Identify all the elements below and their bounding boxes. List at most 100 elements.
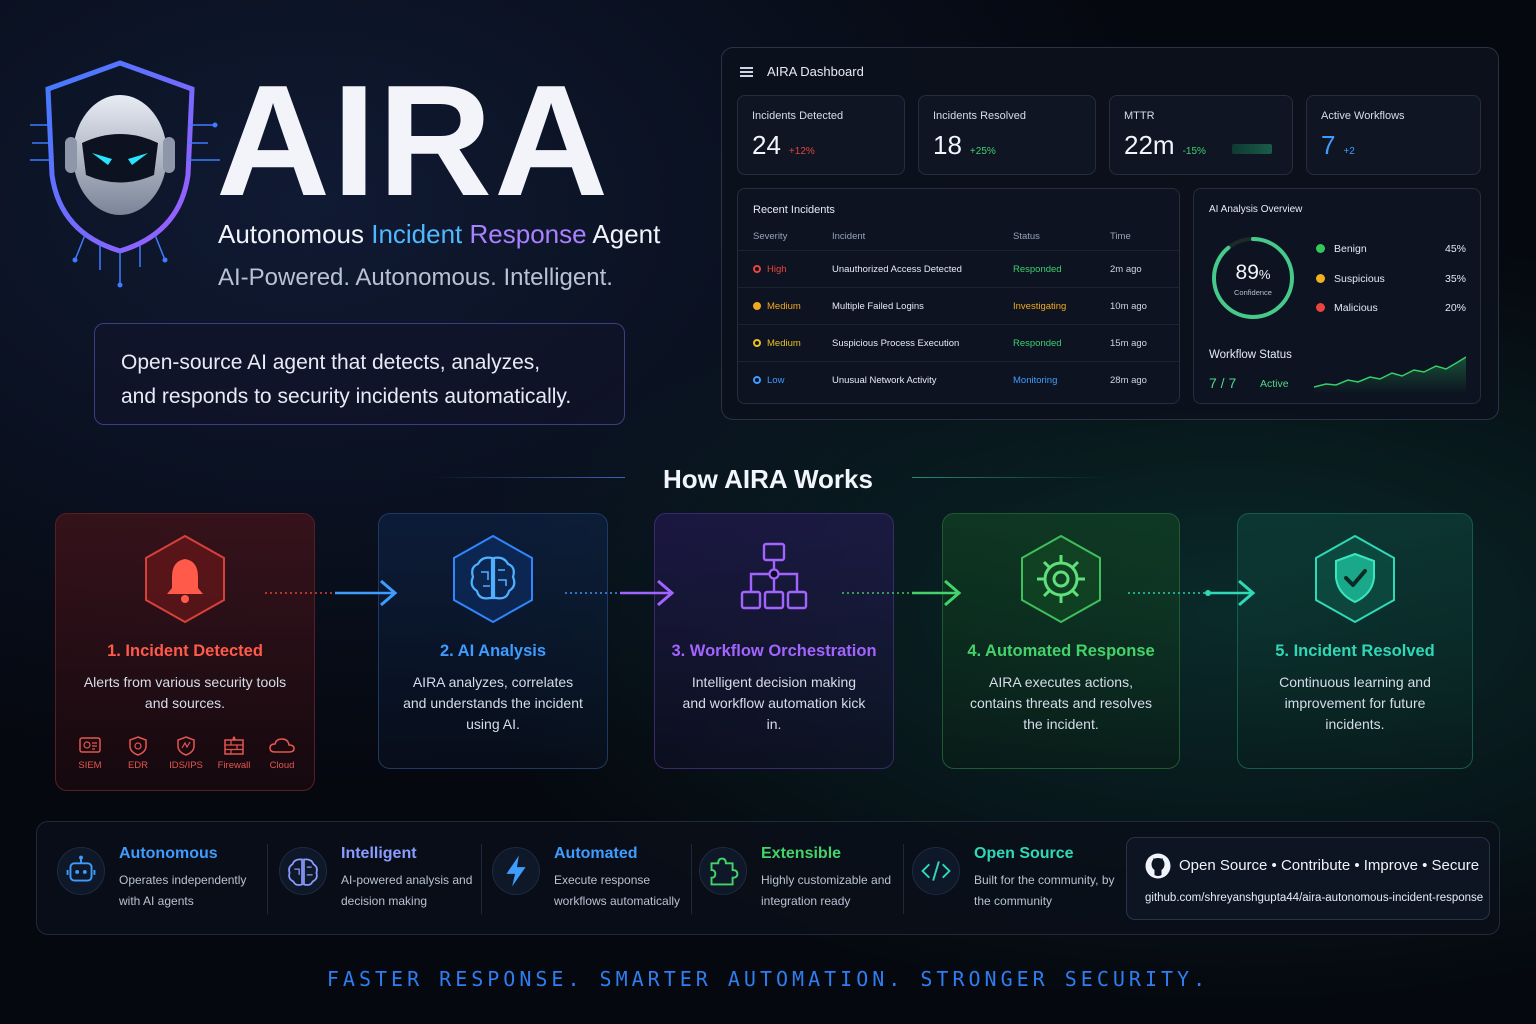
dashboard-panel: AIRA Dashboard Incidents Detected 24 +12%… bbox=[721, 47, 1499, 420]
feature-extensible: Extensible Highly customizable and integ… bbox=[679, 822, 899, 936]
step-title: 4. Automated Response bbox=[967, 642, 1155, 660]
time-cell: 28m ago bbox=[1110, 375, 1147, 386]
brain-icon bbox=[453, 534, 533, 624]
source-siem[interactable]: SIEM bbox=[70, 736, 110, 771]
stat-value: 18 bbox=[933, 130, 962, 160]
robot-icon bbox=[57, 847, 105, 895]
severity-indicator-icon bbox=[753, 265, 761, 273]
step-automated-response[interactable]: 4. Automated Response AIRA executes acti… bbox=[942, 513, 1180, 769]
stat-value: 22m bbox=[1124, 130, 1175, 160]
step-description: Intelligent decision making and workflow… bbox=[682, 674, 866, 732]
flow-arrow-icon bbox=[1128, 579, 1256, 607]
section-title: How AIRA Works bbox=[663, 464, 873, 494]
stat-delta: +2 bbox=[1343, 146, 1355, 157]
step-description: AIRA analyzes, correlates and understand… bbox=[403, 674, 583, 732]
status-cell: Monitoring bbox=[1013, 375, 1058, 386]
mttr-mini-bar bbox=[1231, 144, 1272, 154]
feature-title: Extensible bbox=[761, 845, 842, 862]
incident-cell: Unauthorized Access Detected bbox=[832, 264, 962, 275]
table-row[interactable]: Medium Suspicious Process Execution Resp… bbox=[738, 324, 1179, 361]
feature-title: Automated bbox=[554, 845, 638, 862]
stat-card-mttr[interactable]: MTTR 22m -15% bbox=[1109, 95, 1293, 175]
feature-description: Built for the community, by the communit… bbox=[974, 873, 1115, 908]
code-icon bbox=[912, 847, 960, 895]
feature-title: Open Source bbox=[974, 845, 1074, 862]
dashboard-header: AIRA Dashboard bbox=[740, 64, 864, 79]
status-cell: Investigating bbox=[1013, 301, 1067, 312]
source-cloud[interactable]: Cloud bbox=[262, 736, 302, 771]
severity-cell: Low bbox=[753, 375, 784, 386]
incident-cell: Suspicious Process Execution bbox=[832, 338, 960, 349]
app-title: AIRA bbox=[216, 53, 611, 229]
stat-value: 7 bbox=[1321, 130, 1336, 160]
legend-item-suspicious: Suspicious 35% bbox=[1316, 273, 1466, 285]
status-cell: Responded bbox=[1013, 264, 1062, 275]
tagline: AI-Powered. Autonomous. Intelligent. bbox=[218, 264, 613, 291]
step-description: Continuous learning and improvement for … bbox=[1279, 674, 1431, 732]
workflow-status-value: 7 / 7 bbox=[1209, 375, 1237, 391]
stat-card-active-workflows[interactable]: Active Workflows 7 +2 bbox=[1306, 95, 1481, 175]
puzzle-icon bbox=[699, 847, 747, 895]
step-incident-resolved[interactable]: 5. Incident Resolved Continuous learning… bbox=[1237, 513, 1473, 769]
footer-slogan: FASTER RESPONSE. SMARTER AUTOMATION. STR… bbox=[326, 967, 1210, 991]
time-cell: 10m ago bbox=[1110, 301, 1147, 312]
lightning-icon bbox=[492, 847, 540, 895]
table-row[interactable]: High Unauthorized Access Detected Respon… bbox=[738, 250, 1179, 287]
step-ai-analysis[interactable]: 2. AI Analysis AIRA analyzes, correlates… bbox=[378, 513, 608, 769]
step-title: 5. Incident Resolved bbox=[1275, 642, 1435, 660]
table-row[interactable]: Medium Multiple Failed Logins Investigat… bbox=[738, 287, 1179, 324]
confidence-label: Confidence bbox=[1234, 288, 1272, 297]
siem-icon bbox=[79, 737, 101, 753]
source-ids-ips[interactable]: IDS/IPS bbox=[166, 736, 206, 771]
incident-cell: Multiple Failed Logins bbox=[832, 301, 924, 312]
dashboard-title: AIRA Dashboard bbox=[767, 64, 864, 79]
features-bar: Autonomous Operates independently with A… bbox=[36, 821, 1500, 935]
feature-open-source: Open Source Built for the community, by … bbox=[892, 822, 1115, 936]
step-workflow-orchestration[interactable]: 3. Workflow Orchestration Intelligent de… bbox=[654, 513, 894, 769]
stat-card-incidents-resolved[interactable]: Incidents Resolved 18 +25% bbox=[918, 95, 1096, 175]
column-header-severity: Severity bbox=[753, 231, 788, 242]
recent-incidents-panel: Recent Incidents Severity Incident Statu… bbox=[737, 188, 1180, 404]
robot-shield-logo bbox=[30, 60, 220, 288]
feature-description: AI-powered analysis and decision making bbox=[341, 873, 473, 908]
description-box: Open-source AI agent that detects, analy… bbox=[94, 323, 625, 425]
status-cell: Responded bbox=[1013, 338, 1062, 349]
feature-automated: Automated Execute response workflows aut… bbox=[472, 822, 687, 936]
gear-icon bbox=[1021, 534, 1101, 624]
confidence-value: 89% bbox=[1235, 261, 1271, 284]
workflow-sparkline bbox=[1314, 356, 1466, 394]
stat-card-incidents-detected[interactable]: Incidents Detected 24 +12% bbox=[737, 95, 905, 175]
step-description: AIRA executes actions, contains threats … bbox=[969, 674, 1153, 732]
shield-check-icon bbox=[1315, 534, 1395, 624]
step-description: Alerts from various security tools and s… bbox=[83, 674, 287, 711]
source-edr[interactable]: EDR bbox=[118, 736, 158, 771]
incident-cell: Unusual Network Activity bbox=[832, 375, 937, 386]
source-firewall[interactable]: Firewall bbox=[214, 736, 254, 771]
stat-value: 24 bbox=[752, 130, 781, 160]
legend-item-benign: Benign 45% bbox=[1316, 243, 1466, 255]
github-link[interactable]: github.com/shreyanshgupta44/aira-autonom… bbox=[1145, 892, 1483, 904]
github-card[interactable]: Open Source • Contribute • Improve • Sec… bbox=[1126, 837, 1490, 920]
cloud-icon bbox=[269, 738, 295, 753]
step-title: 2. AI Analysis bbox=[439, 642, 547, 660]
legend-item-malicious: Malicious 20% bbox=[1316, 302, 1466, 314]
stat-delta: +25% bbox=[969, 146, 996, 157]
suspicious-dot-icon bbox=[1316, 274, 1325, 283]
flow-arrow-icon bbox=[265, 579, 398, 607]
feature-title: Autonomous bbox=[119, 845, 218, 862]
feature-description: Highly customizable and integration read… bbox=[761, 873, 892, 908]
table-row[interactable]: Low Unusual Network Activity Monitoring … bbox=[738, 361, 1179, 398]
feature-description: Operates independently with AI agents bbox=[119, 873, 247, 908]
severity-indicator-icon bbox=[753, 376, 761, 384]
firewall-icon bbox=[224, 736, 244, 755]
severity-cell: High bbox=[753, 264, 787, 275]
severity-indicator-icon bbox=[753, 339, 761, 347]
workflow-status-title: Workflow Status bbox=[1209, 349, 1292, 361]
column-header-status: Status bbox=[1013, 231, 1040, 242]
hamburger-menu-icon[interactable] bbox=[740, 66, 753, 77]
malicious-dot-icon bbox=[1316, 303, 1325, 312]
step-incident-detected[interactable]: 1. Incident Detected Alerts from various… bbox=[55, 513, 315, 791]
severity-cell: Medium bbox=[753, 338, 801, 349]
bell-icon bbox=[145, 534, 225, 624]
ids-ips-icon bbox=[177, 736, 195, 756]
